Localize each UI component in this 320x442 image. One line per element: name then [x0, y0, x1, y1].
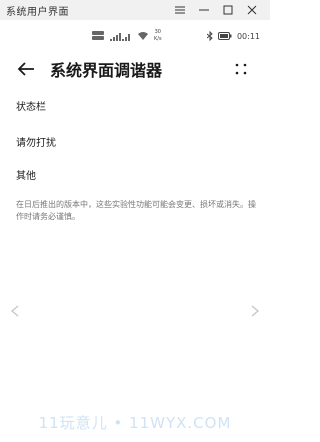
maximize-button[interactable] — [216, 0, 240, 20]
network-rate: 30 K/s — [154, 29, 162, 43]
hamburger-icon — [175, 6, 185, 14]
hd-icon — [92, 31, 104, 41]
window-titlebar: 系统用户界面 — [0, 0, 270, 20]
back-button[interactable] — [14, 57, 38, 81]
close-icon — [247, 5, 257, 15]
close-button[interactable] — [240, 0, 264, 20]
watermark: 11玩意儿 • 11WYX.COM — [38, 414, 232, 432]
page-title: 系统界面调谐器 — [50, 61, 163, 80]
menu-button[interactable] — [168, 0, 192, 20]
battery-icon — [217, 32, 232, 40]
minimize-icon — [199, 9, 209, 11]
item-status-bar[interactable]: 状态栏 — [16, 98, 46, 113]
network-rate-value: 30 — [154, 29, 161, 35]
wifi-icon — [138, 32, 148, 40]
more-dots-icon — [235, 63, 247, 75]
item-do-not-disturb[interactable]: 请勿打扰 — [16, 134, 56, 149]
status-right: 00:11 — [206, 31, 260, 41]
app-bar: 系统界面调谐器 — [0, 54, 270, 84]
arrow-left-icon — [17, 62, 34, 76]
signal-icon — [110, 32, 132, 41]
maximize-icon — [223, 5, 233, 15]
item-other[interactable]: 其他 — [16, 167, 36, 182]
bluetooth-icon — [206, 31, 213, 41]
experimental-warning: 在日后推出的版本中，这些实验性功能可能会变更、损坏或消失。操作时请务必谨慎。 — [16, 200, 256, 221]
window-title: 系统用户界面 — [6, 6, 69, 18]
chevron-right-icon — [251, 305, 260, 317]
minimize-button[interactable] — [192, 0, 216, 20]
network-rate-unit: K/s — [154, 36, 162, 42]
status-bar: 30 K/s 00:11 — [0, 26, 270, 46]
more-button[interactable] — [230, 58, 252, 80]
chevron-left-icon — [10, 305, 19, 317]
clock: 00:11 — [236, 31, 260, 41]
